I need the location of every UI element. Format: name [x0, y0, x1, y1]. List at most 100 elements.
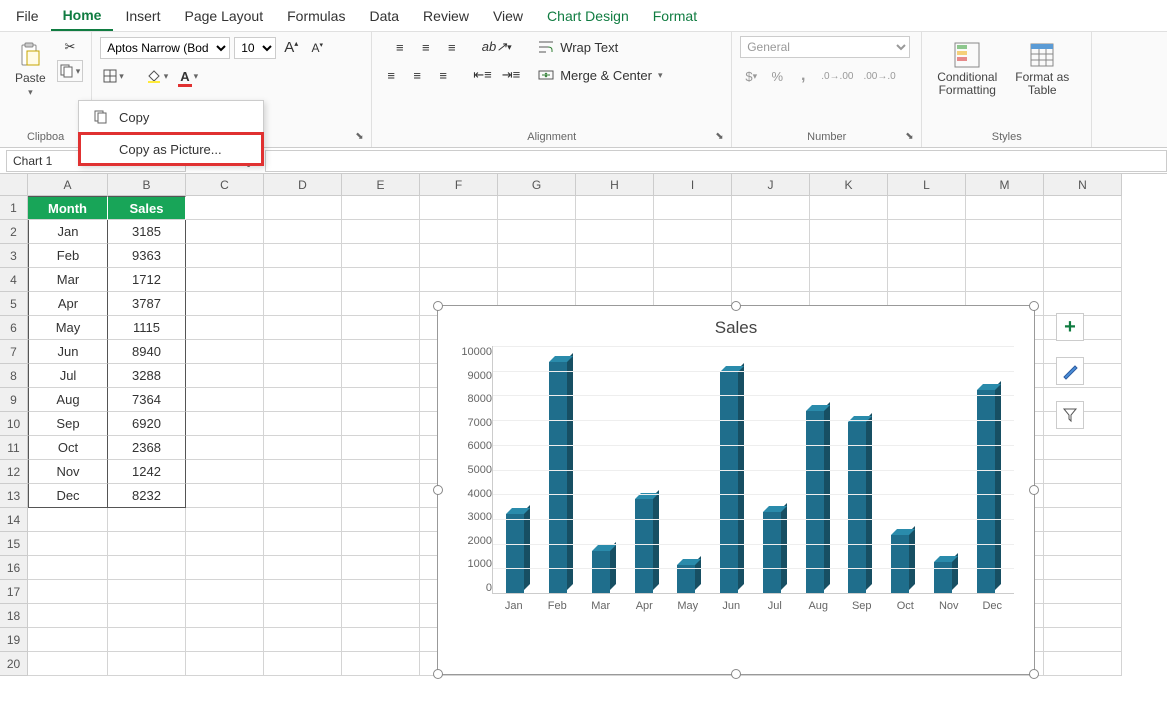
cell[interactable] — [186, 436, 264, 460]
row-header[interactable]: 14 — [0, 508, 28, 532]
cell[interactable]: Sales — [108, 196, 186, 220]
cell[interactable] — [264, 412, 342, 436]
cell[interactable] — [1044, 460, 1122, 484]
format-as-table-button[interactable]: Format as Table — [1008, 36, 1076, 102]
cell[interactable] — [108, 628, 186, 652]
cell[interactable]: Aug — [28, 388, 108, 412]
align-left-button[interactable]: ≡ — [380, 64, 402, 86]
cell[interactable] — [186, 580, 264, 604]
cell[interactable] — [810, 244, 888, 268]
cell[interactable] — [576, 220, 654, 244]
cell[interactable]: Jan — [28, 220, 108, 244]
cell[interactable] — [186, 412, 264, 436]
cell[interactable] — [1044, 628, 1122, 652]
row-header[interactable]: 9 — [0, 388, 28, 412]
cell[interactable] — [108, 556, 186, 580]
cell[interactable] — [28, 580, 108, 604]
cell[interactable] — [420, 196, 498, 220]
cell[interactable]: 2368 — [108, 436, 186, 460]
row-header[interactable]: 19 — [0, 628, 28, 652]
cell[interactable] — [888, 196, 966, 220]
col-header[interactable]: L — [888, 174, 966, 196]
cell[interactable] — [888, 220, 966, 244]
cell[interactable] — [264, 196, 342, 220]
cell[interactable] — [28, 532, 108, 556]
cell[interactable] — [732, 268, 810, 292]
row-header[interactable]: 12 — [0, 460, 28, 484]
shrink-font-button[interactable]: A▾ — [306, 37, 328, 59]
cell[interactable] — [420, 220, 498, 244]
cell[interactable] — [264, 604, 342, 628]
col-header[interactable]: M — [966, 174, 1044, 196]
cell[interactable] — [342, 484, 420, 508]
accounting-format-button[interactable]: $▾ — [740, 65, 762, 87]
cell[interactable] — [966, 220, 1044, 244]
cell[interactable] — [810, 268, 888, 292]
col-header[interactable]: A — [28, 174, 108, 196]
resize-handle-s[interactable] — [731, 669, 741, 679]
cell[interactable] — [186, 604, 264, 628]
decrease-decimal-button[interactable]: .00→.0 — [860, 65, 898, 87]
cell[interactable] — [732, 220, 810, 244]
cell[interactable]: 6920 — [108, 412, 186, 436]
number-format-select[interactable]: General — [740, 36, 910, 58]
cell[interactable] — [264, 508, 342, 532]
increase-indent-button[interactable]: ⇥≡ — [499, 64, 523, 86]
cell[interactable] — [1044, 436, 1122, 460]
cell[interactable]: Dec — [28, 484, 108, 508]
cell[interactable]: Feb — [28, 244, 108, 268]
cell[interactable] — [264, 244, 342, 268]
cell[interactable] — [888, 268, 966, 292]
cell[interactable] — [342, 364, 420, 388]
fill-color-button[interactable]: ▾ — [143, 65, 172, 87]
cell[interactable] — [108, 652, 186, 676]
cell[interactable] — [108, 580, 186, 604]
menu-data[interactable]: Data — [357, 2, 411, 30]
cell[interactable] — [264, 388, 342, 412]
row-header[interactable]: 17 — [0, 580, 28, 604]
cell[interactable] — [498, 268, 576, 292]
cell[interactable] — [1044, 244, 1122, 268]
chart-elements-button[interactable]: + — [1056, 313, 1084, 341]
copy-split-button[interactable]: ▾ — [57, 60, 84, 82]
cell[interactable]: 9363 — [108, 244, 186, 268]
chart-plot-area[interactable] — [492, 346, 1014, 594]
cell[interactable]: Oct — [28, 436, 108, 460]
conditional-formatting-button[interactable]: Conditional Formatting — [930, 36, 1004, 102]
cell[interactable] — [1044, 556, 1122, 580]
percent-button[interactable]: % — [766, 65, 788, 87]
row-header[interactable]: 18 — [0, 604, 28, 628]
chart-filter-button[interactable] — [1056, 401, 1084, 429]
col-header[interactable]: N — [1044, 174, 1122, 196]
menu-page-layout[interactable]: Page Layout — [172, 2, 275, 30]
cell[interactable]: 8940 — [108, 340, 186, 364]
cell[interactable] — [1044, 508, 1122, 532]
cell[interactable] — [186, 460, 264, 484]
formula-input[interactable] — [265, 150, 1167, 172]
chart-y-axis[interactable]: 1000090008000700060005000400030002000100… — [448, 346, 492, 594]
cell[interactable] — [654, 244, 732, 268]
cell[interactable] — [342, 220, 420, 244]
cell[interactable] — [732, 244, 810, 268]
cell[interactable] — [342, 412, 420, 436]
row-header[interactable]: 7 — [0, 340, 28, 364]
cell[interactable] — [186, 196, 264, 220]
cell[interactable] — [1044, 484, 1122, 508]
cell[interactable] — [342, 244, 420, 268]
cell[interactable]: 3787 — [108, 292, 186, 316]
font-color-button[interactable]: A▾ — [175, 65, 201, 87]
resize-handle-ne[interactable] — [1029, 301, 1039, 311]
cell[interactable] — [264, 292, 342, 316]
cell[interactable] — [342, 268, 420, 292]
menu-home[interactable]: Home — [51, 1, 114, 31]
cell[interactable] — [264, 460, 342, 484]
cell[interactable]: 7364 — [108, 388, 186, 412]
row-header[interactable]: 11 — [0, 436, 28, 460]
cell[interactable] — [342, 532, 420, 556]
cell[interactable]: 3288 — [108, 364, 186, 388]
col-header[interactable]: H — [576, 174, 654, 196]
cell[interactable] — [186, 316, 264, 340]
cell[interactable] — [28, 628, 108, 652]
cell[interactable] — [1044, 652, 1122, 676]
menu-item-copy-as-picture[interactable]: Copy as Picture... — [79, 133, 263, 165]
